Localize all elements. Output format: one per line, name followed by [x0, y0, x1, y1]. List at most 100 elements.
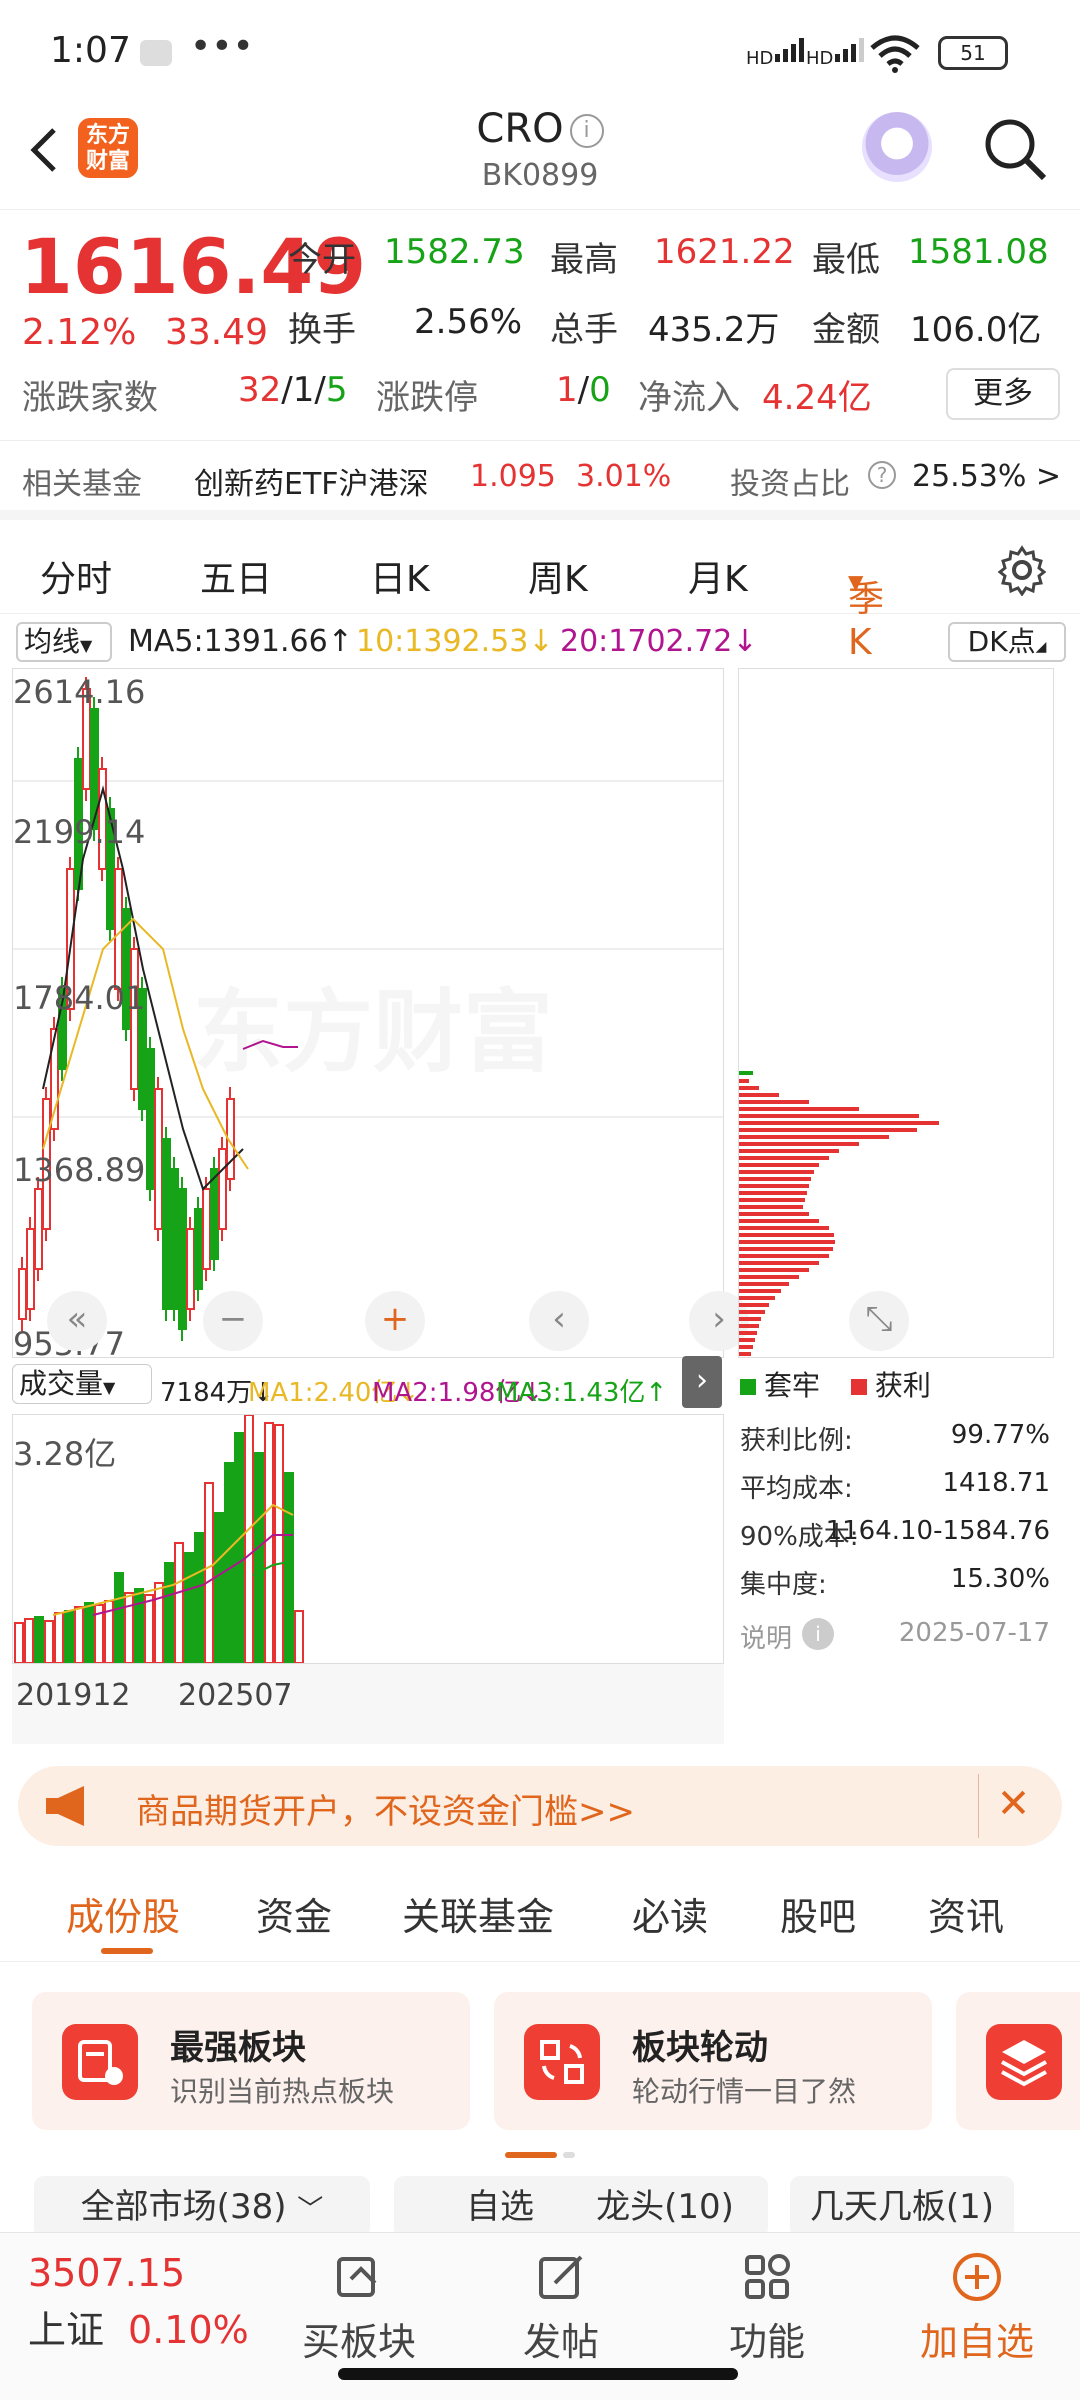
rotation-icon [524, 2024, 600, 2100]
chip-bar [739, 1128, 917, 1132]
watermark-logo: 东方财富 [193, 959, 553, 1089]
tab-forum[interactable]: 股吧 [780, 1886, 856, 1941]
low-label: 最低 [812, 240, 880, 280]
tab-daily-k[interactable]: 日K [370, 550, 430, 602]
candle [194, 1208, 203, 1290]
info-icon[interactable]: i [569, 114, 604, 148]
close-icon[interactable]: ✕ [978, 1774, 1048, 1838]
chip-stats: 获利比例: 99.77% 平均成本: 1418.71 90%成本: 1164.10-1… [740, 1420, 1056, 1666]
chip-bar [739, 1338, 755, 1342]
volume-bar [234, 1432, 244, 1663]
chip-bar [739, 1226, 829, 1230]
volume-bar [214, 1512, 224, 1663]
candle [34, 1188, 43, 1270]
app-notification-icon [140, 40, 172, 66]
y-tick-4: 1368.89 [13, 1151, 146, 1189]
investment-ratio-value: 25.53% > [912, 459, 1062, 494]
card-strongest-sector[interactable]: 最强板块 识别当前热点板块 [32, 1992, 470, 2130]
ma-select[interactable]: 均线▼ [16, 622, 112, 662]
search-icon[interactable] [980, 114, 1050, 184]
section-tabs: 成份股 资金 关联基金 必读 股吧 资讯 [0, 1866, 1080, 1962]
chip-bar [739, 1240, 835, 1244]
index-name: 上证 [28, 2308, 105, 2352]
volume-bar [154, 1582, 164, 1663]
tab-must-read[interactable]: 必读 [632, 1886, 708, 1941]
prev-icon[interactable]: ‹ [529, 1291, 589, 1351]
candle [130, 948, 139, 1090]
index-widget[interactable]: 3507.15 上证 0.10% [28, 2251, 249, 2354]
expand-icon[interactable]: ⤡ [849, 1291, 909, 1351]
indicator-next-icon[interactable]: › [682, 1356, 722, 1408]
chip-bar [739, 1282, 789, 1286]
chip-bar [739, 1317, 761, 1321]
volume-bar [84, 1602, 94, 1663]
candle [218, 1148, 227, 1230]
volume-bar [44, 1620, 54, 1663]
zoom-out-icon[interactable]: − [203, 1291, 263, 1351]
related-fund-row[interactable]: 相关基金 创新药ETF沪港深 1.095 3.01% 投资占比 ? 25.53%… [0, 440, 1080, 520]
status-time: 1:07 [50, 30, 131, 71]
volume-top-tick: 3.28亿 [13, 1435, 117, 1473]
chip-bar [739, 1142, 859, 1146]
ad-text: 商品期货开户，不设资金门槛>> [136, 1792, 635, 1832]
chip-bar [739, 1184, 809, 1188]
note-info-icon[interactable]: i [802, 1618, 834, 1650]
zoom-in-icon[interactable]: + [365, 1291, 425, 1351]
volume-chart[interactable]: 3.28亿 [12, 1414, 724, 1664]
ma5-value: MA5:1391.66↑ [128, 624, 353, 659]
post-button[interactable]: 发帖 [506, 2249, 616, 2366]
functions-button[interactable]: 功能 [712, 2249, 822, 2366]
card-partial[interactable] [956, 1992, 1080, 2130]
tab-intraday[interactable]: 分时 [40, 550, 112, 602]
y-tick-3: 1784.01 [13, 979, 146, 1017]
filter-leaders[interactable]: 龙头(10) [562, 2176, 768, 2238]
gear-icon[interactable] [996, 544, 1048, 596]
more-button[interactable]: 更多 [946, 368, 1060, 420]
chip-bar [739, 1296, 775, 1300]
tab-five-day[interactable]: 五日 [200, 550, 272, 602]
note-label[interactable]: 说明 [740, 1618, 792, 1655]
candle [210, 1168, 219, 1260]
buy-sector-button[interactable]: 买板块 [294, 2249, 424, 2366]
buy-sector-label: 买板块 [301, 2320, 416, 2364]
add-watchlist-button[interactable]: 加自选 [902, 2249, 1052, 2366]
tab-constituents[interactable]: 成份股 [66, 1886, 180, 1941]
chip-bar [739, 1198, 805, 1202]
dk-point-button[interactable]: DK点◢ [948, 622, 1066, 662]
high-label: 最高 [550, 240, 618, 280]
kline-chart[interactable]: 东方财富 2614.16 2199.14 1784.01 1368.89 953… [12, 668, 749, 1363]
volume-bar [114, 1572, 124, 1663]
tab-related-funds[interactable]: 关联基金 [402, 1886, 554, 1941]
chip-bar [739, 1100, 809, 1104]
limit-counts: 1/0 [556, 370, 611, 410]
tab-monthly-k[interactable]: 月K [688, 550, 748, 602]
turnover-label: 换手 [288, 310, 356, 350]
inflow-value: 4.24亿 [762, 378, 872, 418]
carousel-indicator [505, 2152, 575, 2158]
tab-weekly-k[interactable]: 周K [528, 550, 588, 602]
robot-assistant-icon[interactable] [862, 112, 932, 182]
change-amount: 33.49 [165, 312, 269, 353]
filter-limit-streak[interactable]: 几天几板(1) [790, 2176, 1014, 2238]
volume-bar [174, 1542, 184, 1663]
caret-down-icon: ▼ [848, 570, 864, 594]
rewind-icon[interactable]: « [47, 1291, 107, 1351]
chip-bar [739, 1156, 829, 1160]
chip-distribution-chart[interactable]: ⤡ [738, 668, 1054, 1358]
chip-legend: 套牢 获利 [740, 1364, 931, 1404]
volume-row: 成交量▼ 7184万↓ MA1:2.40亿↓ MA2:1.98亿↓ MA3:1.… [12, 1360, 724, 1412]
tab-news[interactable]: 资讯 [928, 1886, 1004, 1941]
high-value: 1621.22 [654, 232, 795, 272]
related-fund-label: 相关基金 [22, 467, 142, 502]
volume-bar [64, 1610, 74, 1663]
tab-capital[interactable]: 资金 [256, 1886, 332, 1941]
card-sector-rotation[interactable]: 板块轮动 轮动行情一目了然 [494, 1992, 932, 2130]
chip-bar [739, 1086, 759, 1090]
low-value: 1581.08 [908, 232, 1049, 272]
help-icon[interactable]: ? [868, 461, 896, 489]
filter-all-markets[interactable]: 全部市场(38) ﹀ [34, 2176, 370, 2238]
chip-plot [739, 1071, 939, 1356]
card-subtitle: 轮动行情一目了然 [632, 2075, 857, 2108]
ad-banner[interactable]: 商品期货开户，不设资金门槛>> ✕ [18, 1766, 1062, 1846]
volume-select[interactable]: 成交量▼ [12, 1364, 152, 1404]
